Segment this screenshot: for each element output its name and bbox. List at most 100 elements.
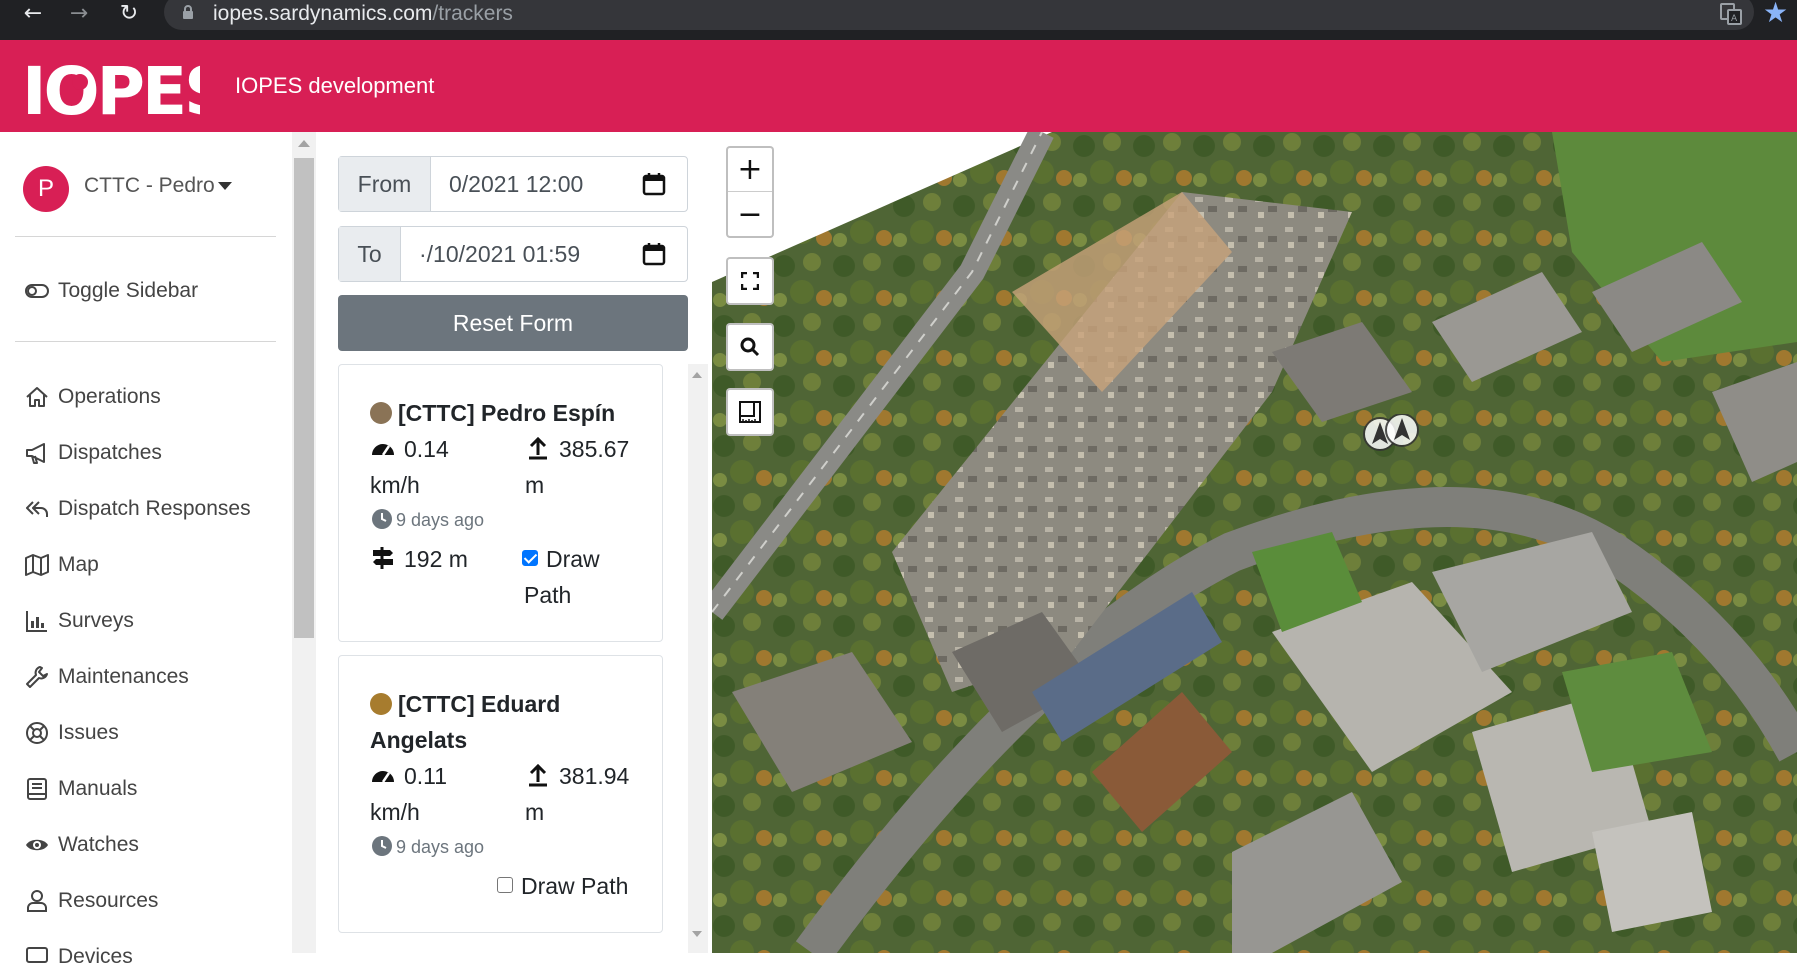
sidebar-item-watches[interactable]: Watches	[24, 828, 139, 862]
arrow-up-icon	[529, 763, 547, 787]
distance-value: 192 m	[370, 541, 468, 577]
tracker-card: [CTTC] Pedro Espín 0.14 km/h 385.67 m 9 …	[338, 364, 663, 642]
from-datetime-input[interactable]: 0/2021 12:00	[449, 157, 629, 211]
zoom-in-button[interactable]: +	[728, 148, 772, 192]
ruler-icon	[739, 401, 761, 423]
draw-path-checkbox[interactable]: Draw Path	[497, 868, 628, 904]
app-title: IOPES development	[235, 73, 435, 98]
zoom-out-button[interactable]: −	[728, 192, 772, 236]
divider	[15, 341, 276, 342]
sidebar-item-devices[interactable]: Devices	[24, 940, 133, 974]
sidebar-item-surveys[interactable]: Surveys	[24, 604, 134, 638]
sidebar-item-operations[interactable]: Operations	[24, 380, 161, 414]
search-icon	[740, 337, 760, 357]
last-seen: 9 days ago	[370, 507, 484, 533]
user-dropdown[interactable]: CTTC - Pedro	[84, 172, 215, 200]
scroll-up-arrow-icon[interactable]	[692, 372, 702, 378]
sidebar-item-dispatch-responses[interactable]: Dispatch Responses	[24, 492, 251, 526]
tracker-color-dot	[370, 402, 392, 424]
tracker-list: [CTTC] Pedro Espín 0.14 km/h 385.67 m 9 …	[338, 364, 684, 953]
clock-icon	[372, 836, 392, 856]
measure-button[interactable]	[728, 390, 772, 434]
lock-icon	[183, 5, 193, 19]
zoom-control: + −	[726, 146, 774, 238]
scroll-down-arrow-icon[interactable]	[692, 931, 702, 937]
sidebar-item-manuals[interactable]: Manuals	[24, 772, 137, 806]
altitude-unit: m	[525, 472, 545, 498]
browser-toolbar: ← → ↻ iopes.sardynamics.com/trackers A ★	[0, 0, 1797, 40]
scroll-up-arrow-icon[interactable]	[298, 140, 310, 147]
book-icon	[27, 778, 47, 800]
sidebar-scrollbar-thumb[interactable]	[294, 158, 314, 638]
wrench-icon	[26, 666, 48, 688]
altitude-value: 381.94	[525, 758, 629, 794]
device-icon	[26, 947, 48, 963]
home-icon	[26, 387, 48, 407]
aerial-imagery	[712, 132, 1797, 953]
megaphone-icon	[26, 443, 45, 464]
fullscreen-button[interactable]	[728, 259, 772, 303]
chevron-down-icon[interactable]	[218, 182, 232, 190]
speed-value: 0.14	[370, 431, 449, 467]
map-view[interactable]: + −	[712, 132, 1797, 953]
map-search-button[interactable]	[728, 325, 772, 369]
to-datetime-input[interactable]: ·/10/2021 01:59	[419, 227, 629, 281]
reset-form-button[interactable]: Reset Form	[338, 295, 688, 351]
forward-arrow-icon[interactable]: →	[64, 0, 94, 28]
sidebar-item-map[interactable]: Map	[24, 548, 99, 582]
checkbox-unchecked[interactable]	[497, 877, 513, 893]
sidebar-item-maintenances[interactable]: Maintenances	[24, 660, 189, 694]
measure-control	[726, 388, 774, 436]
map-icon	[25, 554, 49, 576]
calendar-icon[interactable]	[641, 171, 667, 197]
speed-value: 0.11	[370, 758, 447, 794]
speedometer-icon	[372, 444, 394, 456]
speed-unit: km/h	[370, 472, 420, 498]
arrow-up-icon	[529, 436, 547, 460]
svg-text:IOPES: IOPES	[22, 53, 200, 122]
trackers-scrollbar[interactable]	[688, 364, 708, 953]
to-label: To	[339, 227, 401, 281]
svg-text:A: A	[1731, 14, 1738, 24]
bookmark-star-icon[interactable]: ★	[1763, 0, 1788, 28]
translate-icon[interactable]: A	[1719, 2, 1743, 26]
sidebar-item-issues[interactable]: Issues	[24, 716, 119, 750]
search-control	[726, 323, 774, 371]
sidebar-item-dispatches[interactable]: Dispatches	[24, 436, 162, 470]
draw-path-checkbox[interactable]: Draw	[522, 541, 600, 577]
altitude-unit: m	[525, 799, 545, 825]
fullscreen-icon	[741, 272, 759, 290]
signpost-icon	[373, 547, 393, 569]
iopes-logo[interactable]: IOPES	[22, 52, 200, 122]
divider	[15, 236, 276, 237]
speed-unit: km/h	[370, 799, 420, 825]
clock-icon	[372, 509, 392, 529]
user-icon	[27, 890, 47, 912]
checkbox-checked[interactable]	[522, 550, 538, 566]
last-seen: 9 days ago	[370, 834, 484, 860]
sidebar-item-resources[interactable]: Resources	[24, 884, 158, 918]
altitude-value: 385.67	[525, 431, 629, 467]
reply-all-icon	[26, 501, 48, 517]
tracker-markers[interactable]	[1362, 414, 1422, 454]
bar-chart-icon	[26, 611, 47, 632]
avatar[interactable]: P	[23, 166, 69, 212]
url-text[interactable]: iopes.sardynamics.com/trackers	[213, 0, 513, 28]
tracker-name: [CTTC] Eduard	[370, 686, 650, 722]
calendar-icon[interactable]	[641, 241, 667, 267]
tracker-card: [CTTC] Eduard Angelats 0.11 km/h 381.94 …	[338, 655, 663, 933]
tracker-color-dot	[370, 693, 392, 715]
back-arrow-icon[interactable]: ←	[18, 0, 48, 28]
fullscreen-control	[726, 257, 774, 305]
to-datetime-group: To ·/10/2021 01:59	[338, 226, 688, 282]
life-ring-icon	[26, 722, 48, 744]
from-label: From	[339, 157, 431, 211]
draw-path-label: Path	[524, 582, 572, 608]
tracker-name: [CTTC] Pedro Espín	[370, 395, 650, 431]
from-datetime-group: From 0/2021 12:00	[338, 156, 688, 212]
toggle-sidebar-button[interactable]: Toggle Sidebar	[24, 274, 198, 308]
reload-icon[interactable]: ↻	[114, 0, 144, 28]
eye-icon	[26, 839, 48, 851]
tracker-name-line2: Angelats	[370, 727, 468, 753]
speedometer-icon	[372, 771, 394, 783]
